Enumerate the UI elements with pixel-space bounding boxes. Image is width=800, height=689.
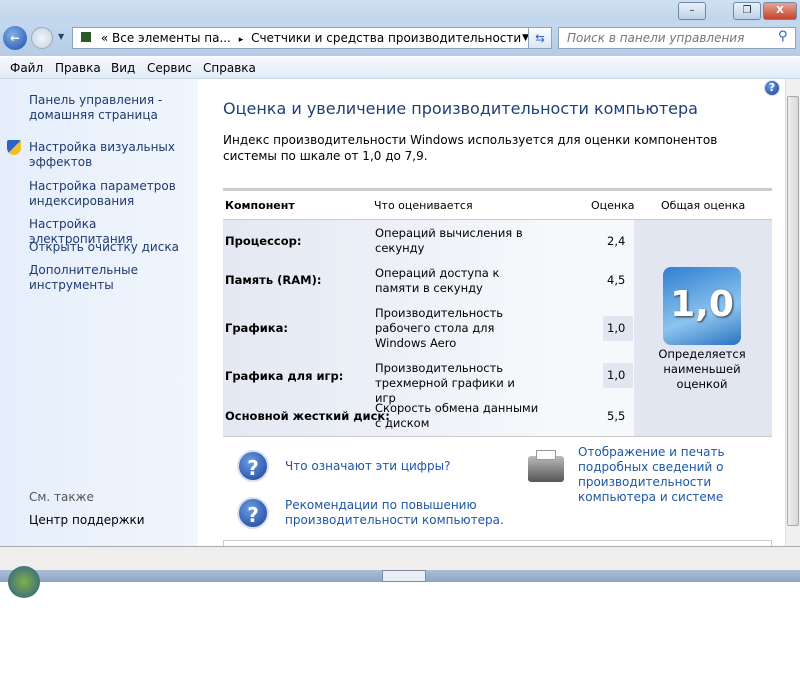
divider <box>223 436 772 437</box>
component-ram: Память (RAM): <box>225 273 322 287</box>
header-score: Оценка <box>591 199 635 212</box>
what-cpu: Операций вычисления в секунду <box>375 226 523 255</box>
base-score-badge: 1,0 <box>663 267 741 345</box>
score-graphics: 1,0 <box>603 316 633 341</box>
sidebar-item-indexing[interactable]: Настройка параметров индексирования <box>29 179 194 209</box>
back-button[interactable]: ← <box>3 26 27 50</box>
sidebar-item-visual-effects[interactable]: Настройка визуальных эффектов <box>29 140 194 170</box>
what-disk: Скорость обмена данными с диском <box>375 401 539 430</box>
start-button[interactable] <box>8 566 40 598</box>
see-also-label: См. также <box>29 490 94 504</box>
score-ram: 4,5 <box>607 273 626 287</box>
what-ram: Операций доступа к памяти в секунду <box>375 266 500 295</box>
help-question-icon: ? <box>237 450 269 482</box>
minimize-button[interactable]: – <box>678 2 706 20</box>
sidebar-item-home[interactable]: Панель управления - домашняя страница <box>29 93 194 123</box>
performance-tips-link[interactable]: Рекомендации по повышению производительн… <box>285 498 505 528</box>
address-bar[interactable]: « Все элементы па... ▸ Счетчики и средст… <box>72 27 552 49</box>
what-numbers-mean-link[interactable]: Что означают эти цифры? <box>285 459 451 474</box>
forward-button[interactable] <box>31 27 53 49</box>
help-icon[interactable]: ? <box>764 80 780 96</box>
control-panel-icon <box>81 32 91 42</box>
what-gaming-graphics: Производительность трехмерной графики и … <box>375 361 515 405</box>
scrollbar[interactable] <box>785 79 800 546</box>
shield-icon <box>7 140 21 155</box>
restore-button[interactable]: ❐ <box>733 2 761 20</box>
breadcrumb-all-items[interactable]: Все элементы па... <box>112 31 231 45</box>
scrollbar-thumb[interactable] <box>787 96 799 526</box>
printer-icon <box>528 450 564 482</box>
score-cpu: 2,4 <box>607 234 626 248</box>
base-score-note: Определяется наименьшей оценкой <box>658 347 746 391</box>
sidebar-item-advanced-tools[interactable]: Дополнительные инструменты <box>29 263 149 293</box>
component-cpu: Процессор: <box>225 234 302 248</box>
status-bar <box>0 546 800 570</box>
menu-view[interactable]: Вид <box>111 61 135 75</box>
taskbar <box>0 566 800 598</box>
score-disk: 5,5 <box>607 409 626 423</box>
score-gaming-graphics: 1,0 <box>603 363 633 388</box>
breadcrumb-separator[interactable]: ▸ <box>239 35 244 45</box>
menu-help[interactable]: Справка <box>203 61 256 75</box>
search-input[interactable]: Поиск в панели управления <box>558 27 796 49</box>
menu-edit[interactable]: Правка <box>55 61 101 75</box>
close-button[interactable]: X <box>763 2 797 20</box>
what-graphics: Производительность рабочего стола для Wi… <box>375 306 504 350</box>
taskbar-item[interactable] <box>382 570 426 582</box>
refresh-icon[interactable]: ⇆ <box>528 27 552 49</box>
breadcrumb-performance[interactable]: Счетчики и средства производительности <box>251 31 521 45</box>
divider <box>223 188 772 191</box>
sidebar-item-action-center[interactable]: Центр поддержки <box>29 513 194 528</box>
help-question-icon: ? <box>237 497 269 529</box>
header-base-score: Общая оценка <box>661 199 746 212</box>
page-title: Оценка и увеличение производительности к… <box>223 99 698 118</box>
sidebar-item-disk-cleanup[interactable]: Открыть очистку диска <box>29 240 194 255</box>
intro-text: Индекс производительности Windows исполь… <box>223 133 718 163</box>
component-disk: Основной жесткий диск: <box>225 409 390 423</box>
menu-tools[interactable]: Сервис <box>147 61 192 75</box>
component-gaming-graphics: Графика для игр: <box>225 369 344 383</box>
header-component: Компонент <box>225 199 295 212</box>
menu-file[interactable]: Файл <box>10 61 43 75</box>
search-icon[interactable]: ⚲ <box>778 29 788 44</box>
history-dropdown-icon[interactable]: ▼ <box>58 32 64 41</box>
header-what: Что оценивается <box>374 199 473 212</box>
component-graphics: Графика: <box>225 321 288 335</box>
print-details-link[interactable]: Отображение и печать подробных сведений … <box>578 445 778 505</box>
address-overflow[interactable]: « <box>101 31 108 45</box>
